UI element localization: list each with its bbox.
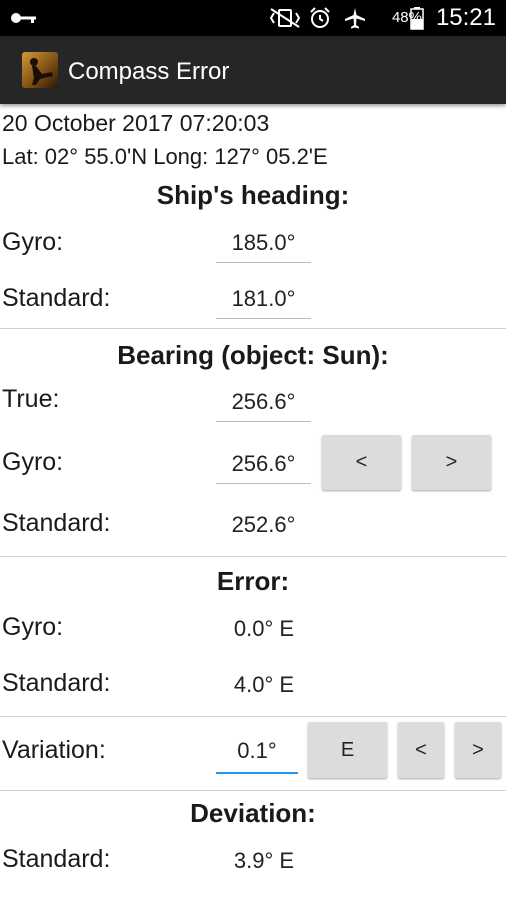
vibrate-mute-icon [269, 8, 301, 28]
error-gyro-value: 0.0° E [233, 616, 295, 641]
status-bar: 48% 15:21 [0, 0, 506, 36]
divider [0, 790, 506, 791]
variation-decrease-button[interactable]: < [398, 722, 444, 778]
bearing-gyro-label: Gyro: [2, 448, 64, 476]
error-gyro-label: Gyro: [2, 613, 64, 641]
ships-heading-title: Ship's heading: [156, 180, 350, 210]
bearing-standard-value: 252.6° [231, 512, 296, 537]
divider [0, 716, 506, 717]
heading-gyro-field[interactable]: 185.0° [216, 230, 311, 263]
divider [0, 556, 506, 557]
variation-input[interactable]: 0.1° [216, 738, 298, 774]
deviation-standard-value: 3.9° E [233, 848, 295, 873]
deviation-standard-label: Standard: [2, 845, 111, 873]
app-bar: Compass Error [0, 36, 506, 104]
heading-standard-label: Standard: [2, 284, 111, 312]
app-title: Compass Error [68, 58, 230, 85]
error-standard-value: 4.0° E [233, 672, 295, 697]
bearing-standard-label: Standard: [2, 509, 111, 537]
variation-increase-button[interactable]: > [455, 722, 501, 778]
bearing-true-label: True: [2, 385, 60, 413]
datetime-text: 20 October 2017 07:20:03 [2, 110, 270, 136]
bearing-title: Bearing (object: Sun): [117, 340, 389, 370]
airplane-mode-icon [345, 8, 365, 29]
variation-label: Variation: [2, 736, 106, 764]
bearing-true-field[interactable]: 256.6° [216, 389, 311, 422]
bearing-gyro-increase-button[interactable]: > [412, 435, 491, 490]
bearing-gyro-decrease-button[interactable]: < [322, 435, 401, 490]
divider [0, 328, 506, 329]
key-icon [11, 13, 36, 23]
heading-gyro-label: Gyro: [2, 228, 64, 256]
variation-direction-button[interactable]: E [308, 722, 387, 778]
deviation-title: Deviation: [190, 798, 316, 828]
battery-icon [410, 7, 424, 30]
clock: 15:21 [435, 4, 496, 31]
error-title: Error: [216, 566, 290, 596]
error-standard-label: Standard: [2, 669, 111, 697]
alarm-icon [310, 7, 330, 28]
bearing-gyro-field[interactable]: 256.6° [216, 451, 311, 484]
position-text: Lat: 02° 55.0'N Long: 127° 05.2'E [2, 144, 328, 169]
heading-standard-field[interactable]: 181.0° [216, 286, 311, 319]
app-icon [22, 52, 58, 88]
